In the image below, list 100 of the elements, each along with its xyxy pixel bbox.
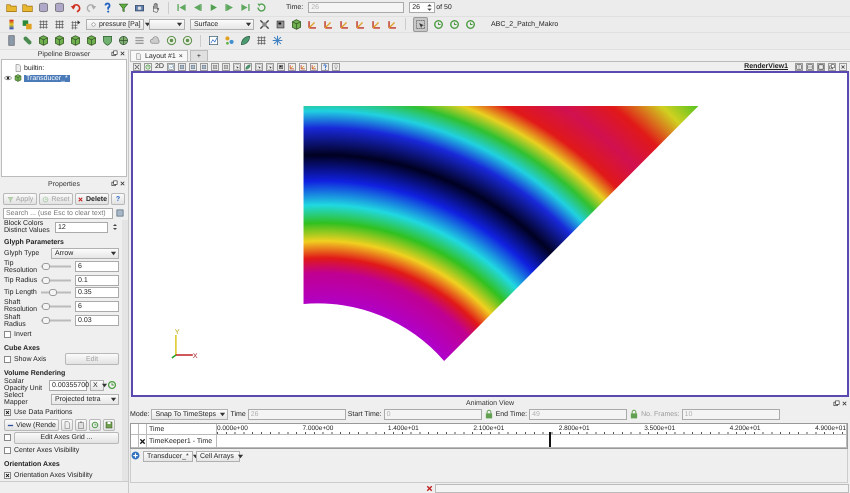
- dots-icon[interactable]: [224, 35, 235, 46]
- slider-handle[interactable]: [42, 317, 50, 324]
- leaf-icon[interactable]: [240, 35, 251, 46]
- database-icon[interactable]: [54, 2, 65, 14]
- float-icon[interactable]: [833, 400, 840, 407]
- checkbox[interactable]: [4, 409, 11, 416]
- selection-icon[interactable]: [232, 62, 241, 70]
- axes-icon[interactable]: [371, 18, 382, 30]
- close-icon[interactable]: [841, 400, 848, 407]
- selection-icon: [415, 18, 426, 30]
- checkbox[interactable]: [4, 472, 11, 479]
- checkbox[interactable]: [4, 330, 11, 338]
- document-icon: [62, 421, 71, 430]
- float-icon[interactable]: [111, 50, 118, 57]
- axes-icon[interactable]: [355, 18, 366, 30]
- hand-icon[interactable]: [150, 2, 161, 14]
- axes-icon[interactable]: [307, 18, 318, 30]
- grid-icon[interactable]: [70, 18, 81, 30]
- funnel-icon: [6, 196, 14, 202]
- split-horizontal-icon[interactable]: [795, 62, 803, 70]
- lock-icon[interactable]: [484, 409, 494, 419]
- selection-icon[interactable]: [266, 62, 274, 70]
- checkbox[interactable]: [4, 434, 11, 442]
- help-icon[interactable]: [102, 2, 113, 14]
- slider[interactable]: [41, 317, 71, 324]
- chart-icon[interactable]: [166, 62, 175, 70]
- slider[interactable]: [41, 263, 71, 270]
- axes-icon[interactable]: [339, 18, 350, 30]
- slider[interactable]: [41, 276, 71, 284]
- circle-icon[interactable]: [166, 35, 177, 46]
- grid-icon[interactable]: [54, 18, 65, 30]
- component-dropdown[interactable]: [149, 18, 185, 30]
- axes-icon[interactable]: [288, 62, 296, 70]
- split-vertical-icon[interactable]: [806, 62, 814, 70]
- cloud-icon[interactable]: [150, 35, 161, 46]
- close-icon[interactable]: [119, 180, 126, 187]
- checkbox[interactable]: [4, 446, 11, 454]
- rotate-icon[interactable]: [107, 380, 117, 390]
- camera-icon[interactable]: [134, 2, 145, 14]
- grid-icon[interactable]: [256, 35, 267, 46]
- eye-icon[interactable]: [4, 74, 12, 82]
- toolbar-button[interactable]: [88, 419, 101, 432]
- play-icon[interactable]: [208, 2, 219, 14]
- palette-icon[interactable]: [22, 18, 33, 30]
- checkbox[interactable]: [139, 438, 146, 444]
- selection-toggle[interactable]: [413, 16, 428, 32]
- time-cursor[interactable]: [549, 432, 552, 447]
- funnel-icon[interactable]: [118, 2, 129, 14]
- globe-icon[interactable]: [118, 35, 129, 46]
- slider-handle[interactable]: [42, 276, 50, 284]
- float-icon[interactable]: [828, 62, 836, 70]
- axes-icon[interactable]: [323, 18, 334, 30]
- rotate-icon[interactable]: [449, 18, 460, 30]
- lock-icon[interactable]: [629, 409, 640, 419]
- close-icon[interactable]: [119, 50, 126, 57]
- circle-icon[interactable]: [182, 35, 193, 46]
- caret-icon: [176, 20, 183, 28]
- lightbulb-icon[interactable]: [332, 62, 340, 70]
- loop-icon[interactable]: [256, 2, 267, 14]
- rotate-icon[interactable]: [144, 62, 152, 70]
- help-icon[interactable]: [320, 62, 329, 70]
- arrows-icon[interactable]: [259, 18, 270, 30]
- shield-icon[interactable]: [102, 35, 113, 46]
- float-icon[interactable]: [111, 180, 118, 187]
- add-icon[interactable]: [131, 451, 140, 460]
- rotate-icon: [90, 421, 99, 430]
- axes-icon[interactable]: [310, 62, 318, 70]
- selection-icon[interactable]: [254, 62, 263, 70]
- cross-icon[interactable]: [425, 484, 434, 492]
- star-icon[interactable]: [272, 35, 283, 46]
- slider-handle[interactable]: [42, 263, 50, 270]
- axes-icon[interactable]: [387, 18, 398, 30]
- undo-icon[interactable]: [70, 2, 81, 14]
- toolbar-button[interactable]: [102, 419, 115, 432]
- spin-icon[interactable]: [111, 223, 119, 232]
- grid-icon[interactable]: [38, 18, 49, 30]
- slider[interactable]: [41, 302, 71, 310]
- square-icon[interactable]: [200, 62, 208, 70]
- document-icon: [14, 64, 22, 72]
- folder-icon[interactable]: [22, 2, 33, 14]
- toolbar-button[interactable]: [74, 419, 87, 432]
- maximize-icon[interactable]: [817, 62, 825, 70]
- slider-handle[interactable]: [48, 289, 57, 296]
- rotate-icon[interactable]: [465, 18, 476, 30]
- document-icon: [135, 52, 142, 60]
- axes-icon[interactable]: [298, 62, 307, 70]
- rotate-icon[interactable]: [433, 18, 444, 30]
- folder-icon[interactable]: [6, 2, 17, 14]
- square-icon[interactable]: [178, 62, 186, 70]
- chart-icon[interactable]: [208, 35, 219, 46]
- status-field[interactable]: [435, 484, 849, 492]
- rotate-icon: [42, 196, 50, 202]
- square-icon[interactable]: [188, 62, 197, 70]
- leaf-icon[interactable]: [244, 62, 252, 70]
- close-icon[interactable]: [839, 62, 847, 70]
- slider-handle[interactable]: [42, 302, 50, 310]
- database-icon[interactable]: [38, 2, 49, 14]
- bar-icon[interactable]: [6, 35, 17, 46]
- square-icon[interactable]: [115, 208, 125, 218]
- caret-icon: [219, 410, 226, 418]
